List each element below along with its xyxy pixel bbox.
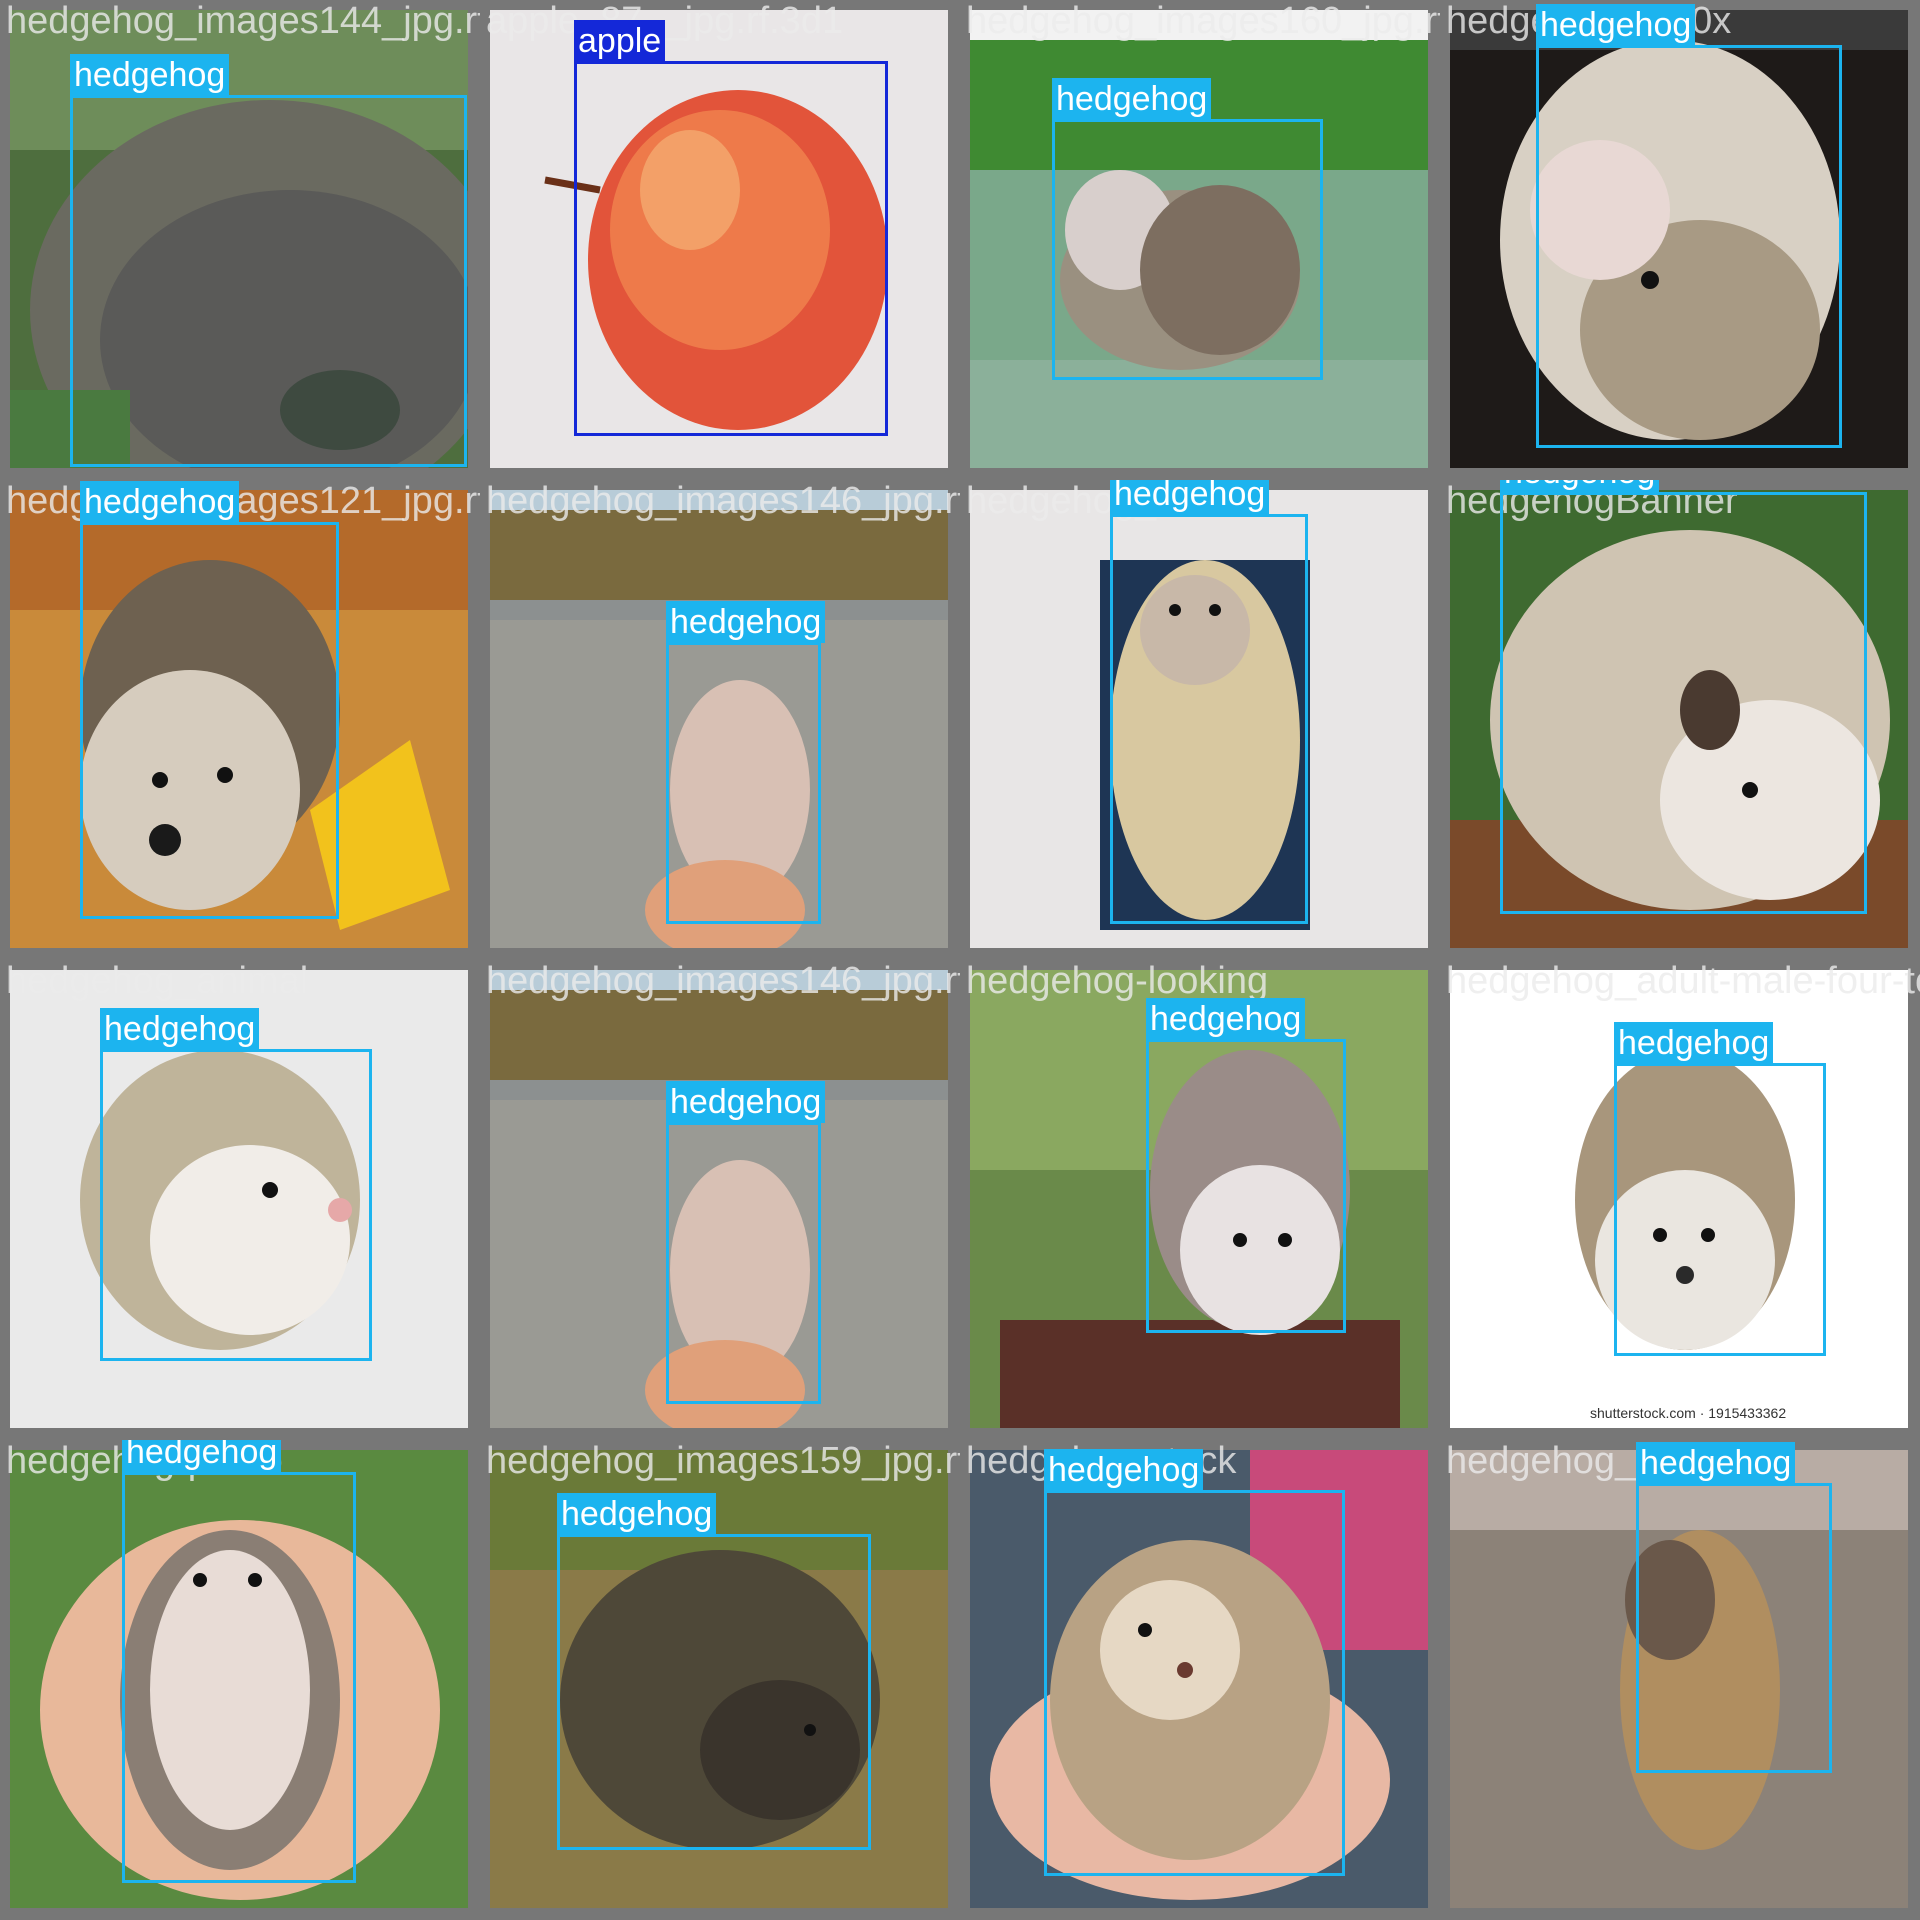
detection-label: hedgehog (80, 481, 240, 523)
detection-box: hedgehog (100, 1008, 372, 1361)
detection-label: hedgehog (100, 1008, 260, 1050)
detection-box: hedgehog (1146, 998, 1346, 1333)
detection-box: hedgehog (1536, 4, 1842, 448)
detection-label: hedgehog (1614, 1022, 1774, 1064)
detection-label: hedgehog (666, 601, 826, 643)
detection-label: hedgehog (1146, 998, 1306, 1040)
detection-box: hedgehog (666, 1081, 826, 1404)
tile-7: hedgehog_1024 hedgehog (960, 480, 1440, 960)
detection-mosaic: hedgehog_images144_jpg.rf hedgehog apple… (0, 0, 1920, 1920)
tile-5: hedgehog_images121_jpg.rf hedgehog (0, 480, 480, 960)
detection-box: hedgehog (122, 1440, 356, 1883)
detection-box: hedgehog (1636, 1442, 1832, 1773)
detection-label: hedgehog (1110, 480, 1270, 515)
detection-label: hedgehog (70, 54, 230, 96)
detection-box: hedgehog (80, 481, 339, 919)
detection-label: hedgehog (1500, 480, 1660, 493)
detection-box: apple (574, 20, 888, 436)
detection-box: hedgehog (1614, 1022, 1826, 1356)
tile-14: hedgehog_images159_jpg.rf hedgehog (480, 1440, 960, 1920)
detection-box: hedgehog (1044, 1449, 1345, 1876)
tile-11: hedgehog-looking hedgehog (960, 960, 1440, 1440)
detection-label: hedgehog (557, 1493, 717, 1535)
detection-label: hedgehog (1636, 1442, 1796, 1484)
tile-13: hedgehog-photo hedgehog (0, 1440, 480, 1920)
detection-box: hedgehog (666, 601, 826, 924)
tile-8: hedgehogBanner hedgehog (1440, 480, 1920, 960)
detection-box: hedgehog (1052, 78, 1323, 380)
detection-label: hedgehog (1044, 1449, 1204, 1491)
detection-label: hedgehog (666, 1081, 826, 1123)
tile-9: hedgehog_animal hedgehog (0, 960, 480, 1440)
tile-2: apple_87__jpg.rf.3d1 apple (480, 0, 960, 480)
tile-12: shutterstock.com · 1915433362 hedgehog_a… (1440, 960, 1920, 1440)
detection-label: hedgehog (1536, 4, 1696, 46)
tile-1: hedgehog_images144_jpg.rf hedgehog (0, 0, 480, 480)
detection-box: hedgehog (1110, 480, 1308, 924)
tile-15: hedgehog-stock hedgehog (960, 1440, 1440, 1920)
tile-10: hedgehog_images146_jpg.rf hedgehog (480, 960, 960, 1440)
detection-label: hedgehog (1052, 78, 1212, 120)
tile-6: hedgehog_images146_jpg.rf hedgehog (480, 480, 960, 960)
detection-label: hedgehog (122, 1440, 282, 1473)
detection-label: apple (574, 20, 666, 62)
tile-4: hedgehog2-480x hedgehog (1440, 0, 1920, 480)
detection-box: hedgehog (1500, 480, 1867, 914)
tile-3: hedgehog_images160_jpg.rf.c892 hedgehog (960, 0, 1440, 480)
detection-box: hedgehog (70, 54, 467, 467)
watermark-text: shutterstock.com · 1915433362 (1590, 1405, 1787, 1421)
tile-16: hedgehog_ hedgehog (1440, 1440, 1920, 1920)
detection-box: hedgehog (557, 1493, 871, 1850)
